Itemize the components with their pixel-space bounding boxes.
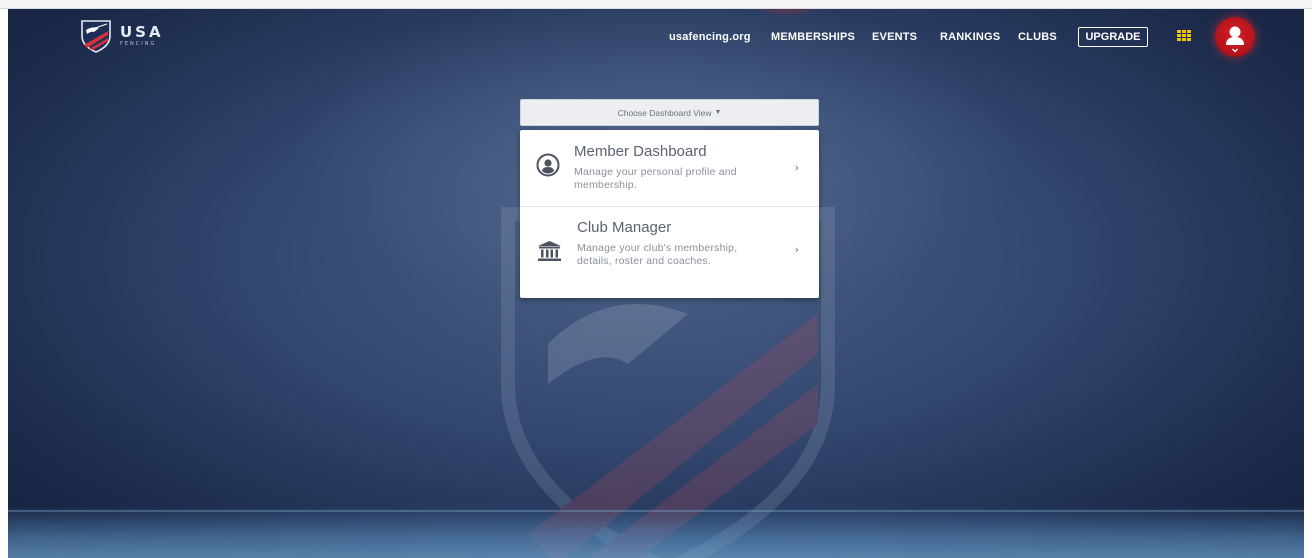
floor xyxy=(8,506,1304,558)
club-manager-description: Manage your club's membership, details, … xyxy=(577,242,738,267)
nav-link-clubs[interactable]: CLUBS xyxy=(1018,31,1057,43)
member-dashboard-title: Member Dashboard xyxy=(574,143,707,160)
member-dashboard-option[interactable]: Member Dashboard Manage your personal pr… xyxy=(520,130,819,207)
bank-building-icon xyxy=(538,241,561,261)
club-manager-title: Club Manager xyxy=(577,219,672,236)
dashboard-options-panel: Member Dashboard Manage your personal pr… xyxy=(520,130,819,298)
nav-link-rankings[interactable]: RANKINGS xyxy=(940,31,1000,43)
member-dashboard-description: Manage your personal profile and members… xyxy=(574,166,737,191)
user-avatar-button[interactable] xyxy=(1215,17,1255,57)
browser-top-strip xyxy=(0,0,1312,9)
header-glow xyxy=(748,9,828,17)
nav-link-events[interactable]: EVENTS xyxy=(872,31,917,43)
nav-link-usafencing[interactable]: usafencing.org xyxy=(669,31,751,43)
chevron-right-icon: › xyxy=(794,161,799,174)
nav-link-memberships[interactable]: MEMBERSHIPS xyxy=(771,31,855,43)
page-stage: USA FENCING usafencing.org MEMBERSHIPS E… xyxy=(8,9,1304,558)
choose-dashboard-label: Choose Dashboard View xyxy=(617,107,712,118)
grid-icon[interactable] xyxy=(1177,30,1191,42)
chevron-right-icon: › xyxy=(794,243,799,256)
upgrade-button[interactable]: UPGRADE xyxy=(1078,27,1148,47)
caret-down-icon: ▼ xyxy=(714,109,722,116)
user-avatar-icon xyxy=(1226,26,1244,53)
user-circle-icon xyxy=(536,153,560,177)
club-manager-option[interactable]: Club Manager Manage your club's membersh… xyxy=(520,207,819,298)
choose-dashboard-dropdown[interactable]: Choose Dashboard View ▼ xyxy=(520,99,819,126)
